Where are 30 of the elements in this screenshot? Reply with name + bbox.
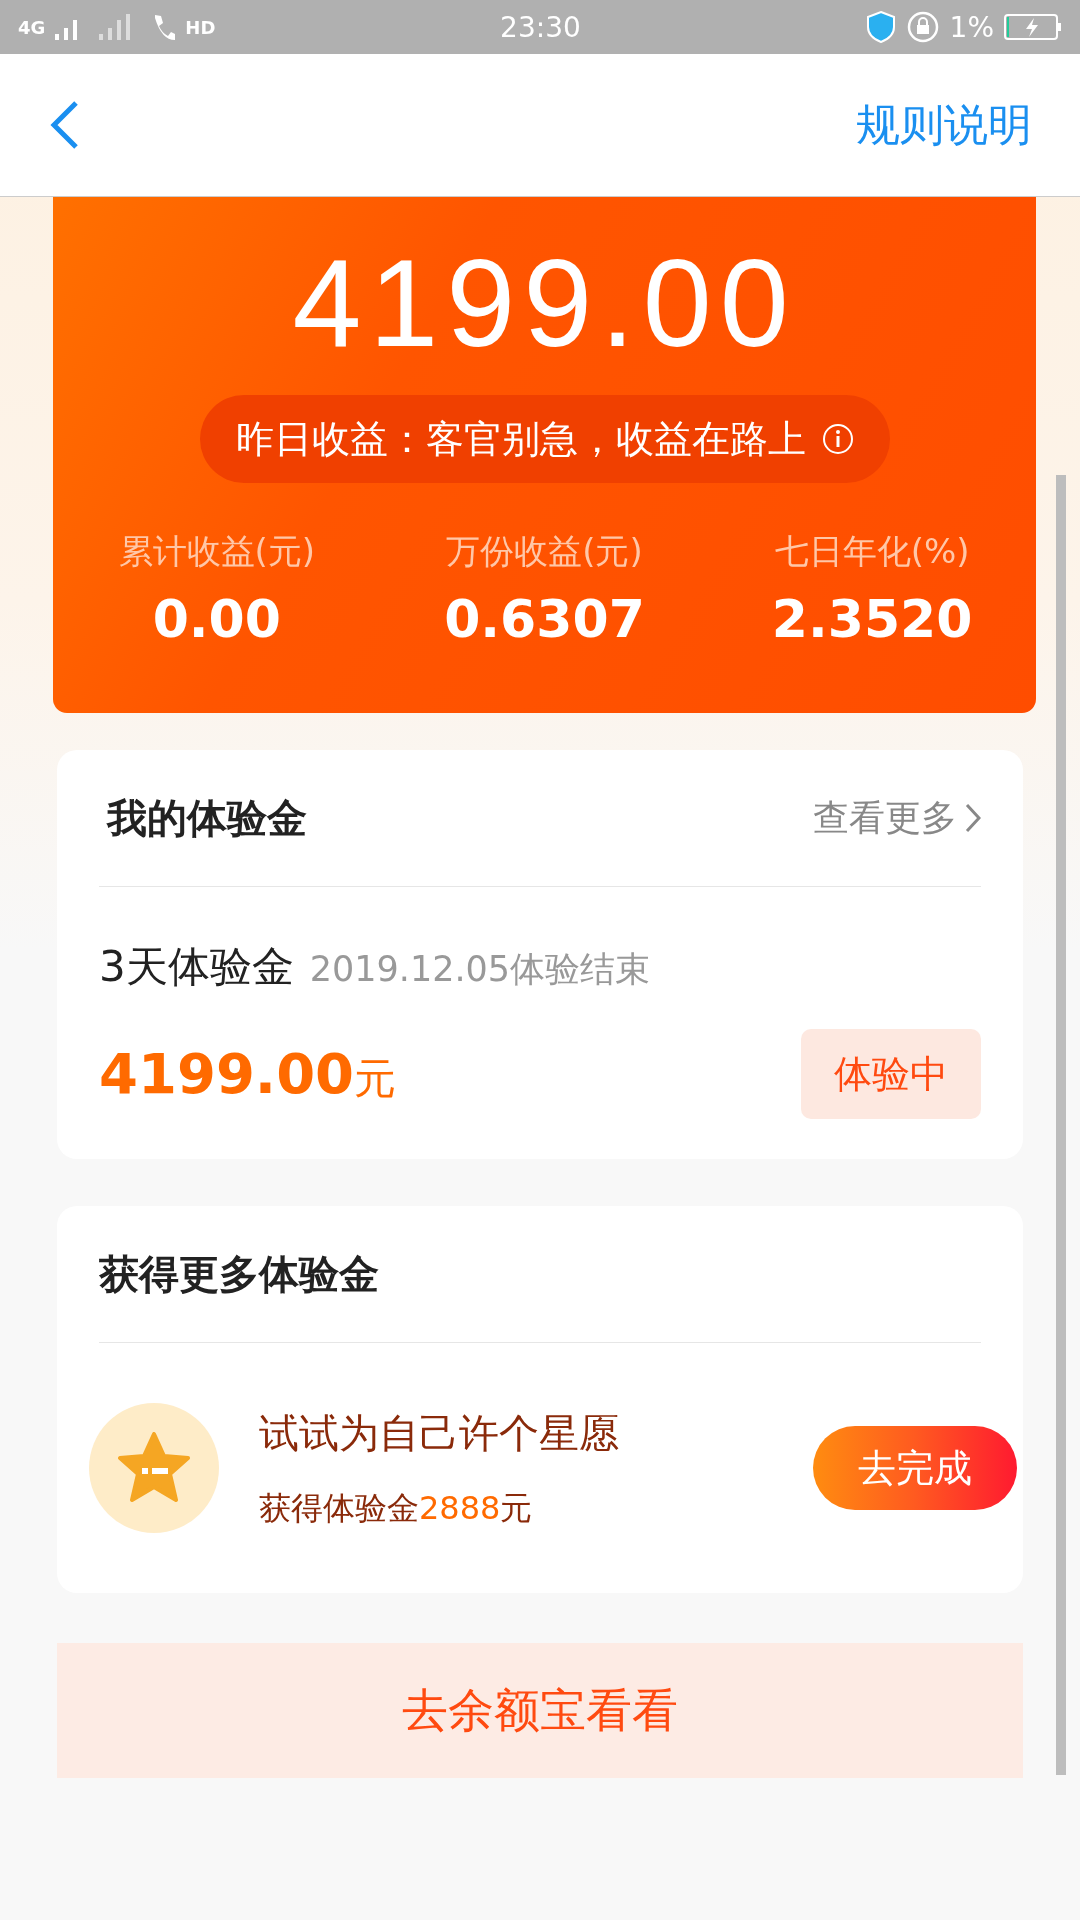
stat-label: 七日年化(%)	[774, 530, 970, 573]
balance-amount: 4199.00	[292, 233, 797, 373]
task-title: 试试为自己许个星愿	[259, 1408, 620, 1458]
network-type: 4G	[18, 16, 46, 38]
task-reward: 获得体验金2888元	[259, 1487, 534, 1529]
rotation-lock-icon	[905, 10, 940, 44]
chevron-icon	[965, 803, 981, 833]
stat-label: 万份收益(元)	[446, 530, 643, 573]
trial-amount: 4199.00元	[99, 1041, 397, 1107]
clock: 23:30	[500, 10, 581, 44]
info-icon[interactable]	[821, 423, 854, 455]
hd-label: HD	[185, 16, 216, 38]
view-more-link[interactable]: 查看更多	[813, 793, 981, 843]
battery-percent: 1%	[949, 10, 994, 44]
complete-button[interactable]: 去完成	[813, 1426, 1017, 1510]
yuebao-button[interactable]: 去余额宝看看	[57, 1643, 1023, 1778]
rules-link[interactable]: 规则说明	[856, 95, 1032, 155]
section-title: 我的体验金	[105, 793, 307, 843]
stat-value: 2.3520	[771, 589, 973, 649]
notice-text: 昨日收益：客官别急，收益在路上	[235, 415, 806, 463]
shield-icon	[865, 11, 896, 43]
stat-value: 0.00	[152, 589, 281, 649]
stat-value: 0.6307	[444, 589, 645, 649]
stat-label: 累计收益(元)	[118, 530, 316, 573]
battery-charging-icon	[1004, 13, 1062, 41]
status-button[interactable]: 体验中	[801, 1029, 981, 1119]
trial-name: 3天体验金	[99, 941, 294, 993]
section-title: 获得更多体验金	[99, 1249, 379, 1299]
trial-end-date: 2019.12.05体验结束	[309, 948, 651, 991]
scrollbar[interactable]	[1056, 475, 1066, 1775]
